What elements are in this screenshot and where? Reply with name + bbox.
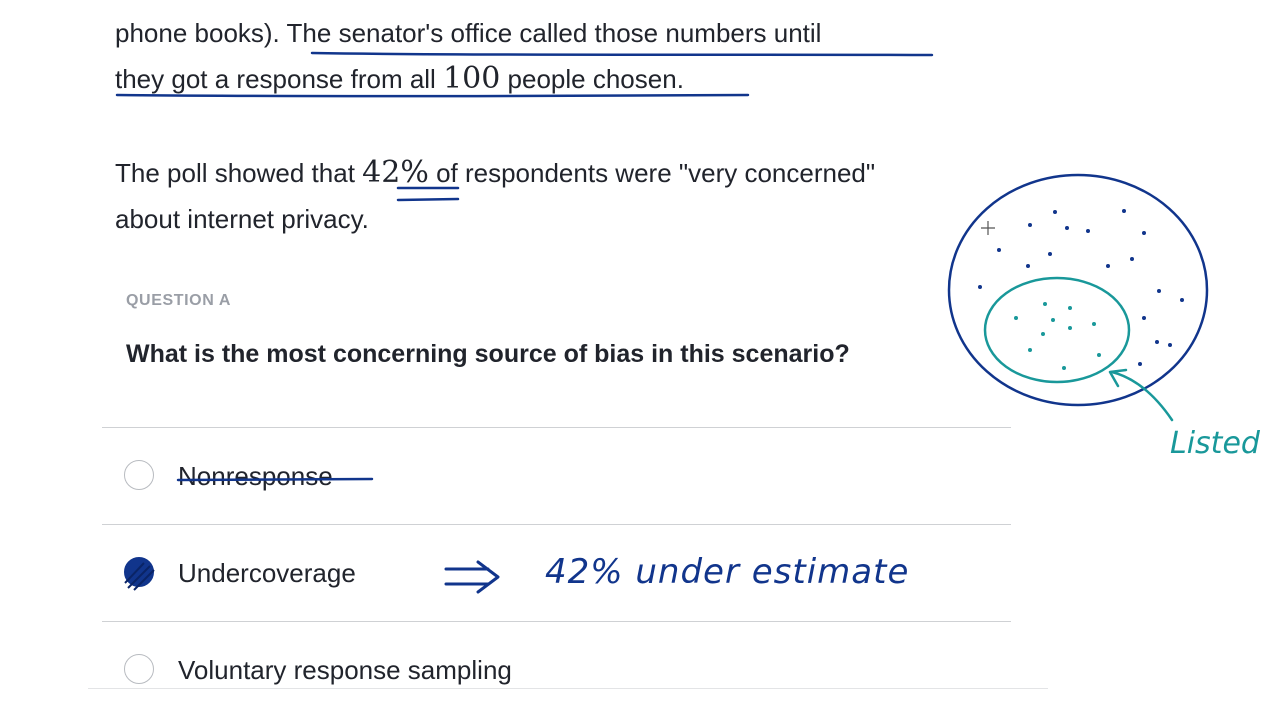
question-label: QUESTION A xyxy=(126,292,231,309)
passage-line-2: they got a response from all 100 people … xyxy=(115,61,684,96)
radio-button-selected[interactable] xyxy=(124,557,154,587)
choice-label: Undercoverage xyxy=(178,557,356,588)
list-bottom-divider xyxy=(88,688,1048,689)
annotation-note: 42% under estimate xyxy=(545,552,910,592)
choice-voluntary-response[interactable]: Voluntary response sampling xyxy=(102,621,1011,718)
choice-nonresponse[interactable]: Nonresponse xyxy=(102,427,1011,524)
sample-size-number: 100 xyxy=(443,61,501,96)
listed-arrow xyxy=(1110,370,1174,422)
choice-label: Voluntary response sampling xyxy=(178,654,512,685)
choice-label: Nonresponse xyxy=(178,460,333,491)
question-text: What is the most concerning source of bi… xyxy=(126,340,850,368)
passage-result: The poll showed that 42% of respondents … xyxy=(115,150,995,242)
population-dots xyxy=(978,209,1184,366)
annotation-listed: Listed xyxy=(1170,426,1260,461)
passage-line-1: phone books). The senator's office calle… xyxy=(115,18,822,48)
listed-arrow-head xyxy=(1108,368,1128,388)
passage-top: phone books). The senator's office calle… xyxy=(115,10,995,102)
radio-button[interactable] xyxy=(124,460,154,490)
listed-dots xyxy=(1014,302,1101,370)
passage-underlined-text: The senator's office called those number… xyxy=(286,18,822,48)
passage-line-3: The poll showed that 42% of respondents … xyxy=(115,155,876,190)
percent-value: 42% xyxy=(362,155,429,190)
radio-button[interactable] xyxy=(124,654,154,684)
passage-line-4: about internet privacy. xyxy=(115,204,369,234)
listed-ellipse xyxy=(983,276,1131,384)
